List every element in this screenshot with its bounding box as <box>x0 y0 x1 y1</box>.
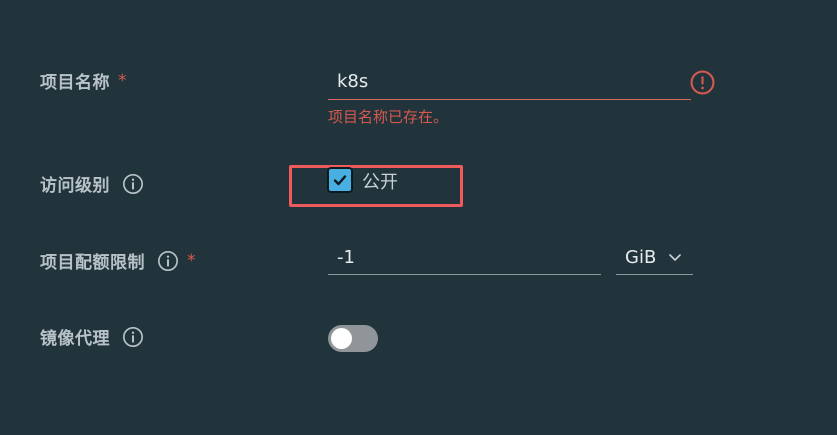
quota-limit-input[interactable] <box>328 240 601 275</box>
exclamation-circle-icon <box>690 70 715 95</box>
project-name-error-message: 项目名称已存在。 <box>328 108 449 126</box>
quota-limit-label-row: 项目配额限制 * <box>40 248 196 274</box>
proxy-cache-label: 镜像代理 <box>40 329 110 349</box>
required-mark: * <box>118 70 127 91</box>
access-level-label-row: 访问级别 <box>40 171 144 196</box>
create-project-form: 项目名称 * 项目名称已存在。 访问级别 公开 项目配额限制 <box>0 0 837 435</box>
info-circle-icon[interactable] <box>157 250 179 272</box>
project-name-input[interactable] <box>328 64 691 100</box>
project-name-label-row: 项目名称 * <box>40 68 127 94</box>
quota-unit-value: GiB <box>625 246 657 268</box>
required-mark: * <box>187 250 196 271</box>
public-checkbox-label[interactable]: 公开 <box>362 168 398 194</box>
toggle-knob <box>331 328 352 349</box>
access-level-label: 访问级别 <box>40 176 110 196</box>
info-circle-icon[interactable] <box>122 326 144 348</box>
quota-limit-label: 项目配额限制 <box>40 253 145 273</box>
info-circle-icon[interactable] <box>122 173 144 195</box>
check-icon <box>333 175 347 186</box>
quota-unit-select[interactable]: GiB <box>616 240 693 275</box>
proxy-cache-label-row: 镜像代理 <box>40 324 144 349</box>
chevron-down-icon <box>668 250 682 264</box>
project-name-label: 项目名称 <box>40 73 110 93</box>
public-checkbox[interactable] <box>327 167 353 193</box>
proxy-cache-toggle[interactable] <box>328 325 378 352</box>
